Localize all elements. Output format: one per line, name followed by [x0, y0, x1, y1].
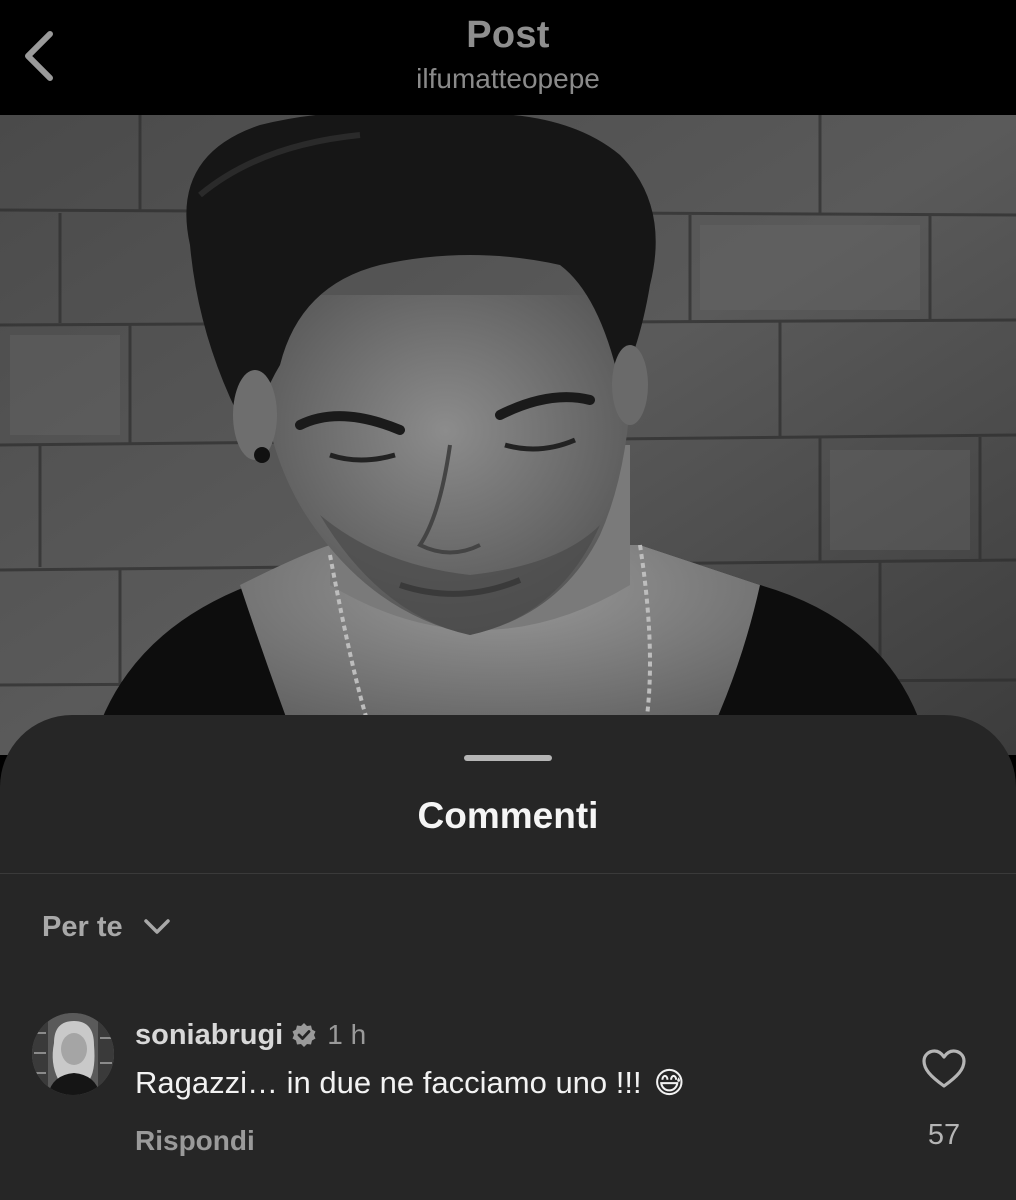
sort-filter-label: Per te: [42, 910, 123, 943]
comment-header: soniabrugi 1 h: [135, 1017, 366, 1053]
page-title: Post: [466, 14, 550, 56]
post-author-username[interactable]: ilfumatteopepe: [0, 63, 1016, 95]
app-window: Post ilfumatteopepe Commenti Per te soni…: [0, 0, 1016, 1200]
post-photo-graphic: [0, 115, 1016, 755]
sort-filter-dropdown[interactable]: Per te: [42, 907, 171, 947]
like-count: 57: [927, 1119, 961, 1151]
comment-body: Ragazzi… in due ne facciamo uno !!! 😅: [135, 1065, 685, 1101]
like-button[interactable]: [922, 1049, 966, 1089]
chevron-down-icon: [143, 919, 170, 934]
verified-badge-icon: [292, 1023, 316, 1047]
grinning-sweat-emoji: 😅: [653, 1066, 685, 1100]
comment-item: soniabrugi 1 h Ragazzi… in due ne faccia…: [0, 1013, 1016, 1173]
reply-button[interactable]: Rispondi: [135, 1125, 255, 1157]
comments-title: Commenti: [417, 795, 599, 836]
top-nav-bar: Post ilfumatteopepe: [0, 0, 1016, 115]
comment-timestamp: 1 h: [327, 1019, 367, 1050]
comments-sheet: Commenti Per te soniabrugi 1 h Ragazzi… …: [0, 715, 1016, 1200]
sheet-drag-handle[interactable]: [464, 755, 552, 761]
heart-outline-icon: [922, 1049, 966, 1088]
divider: [0, 873, 1016, 874]
avatar[interactable]: [32, 1013, 114, 1095]
comment-username[interactable]: soniabrugi: [135, 1019, 283, 1052]
avatar-image: [32, 1013, 114, 1095]
comment-text: Ragazzi… in due ne facciamo uno !!!: [135, 1065, 642, 1100]
post-photo[interactable]: [0, 115, 1016, 755]
